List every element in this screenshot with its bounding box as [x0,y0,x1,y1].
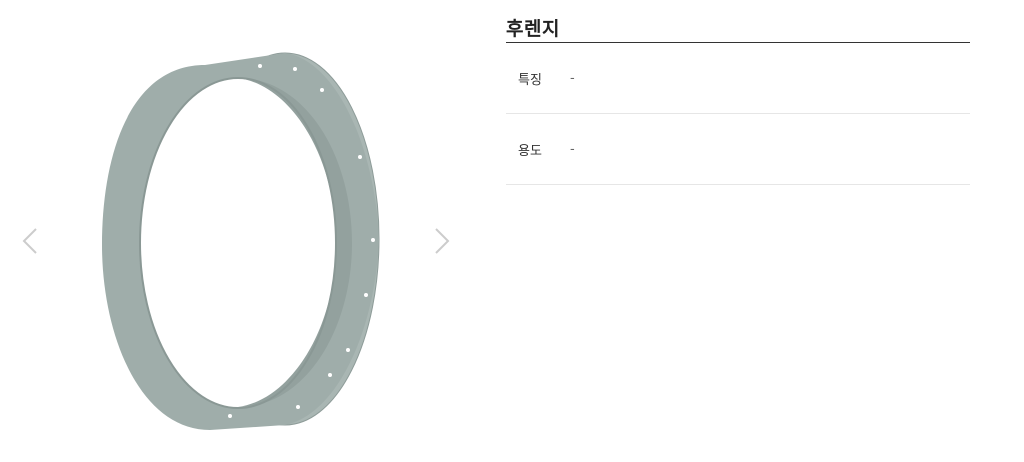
product-gallery [0,0,470,462]
gallery-next-button[interactable] [429,226,453,256]
chevron-left-icon [22,228,37,254]
product-image [102,52,380,430]
product-title: 후렌지 [506,0,970,43]
gallery-prev-button[interactable] [19,226,43,256]
spec-row-features: 특징 - [506,43,970,114]
product-info: 후렌지 특징 - 용도 - [506,0,970,185]
chevron-right-icon [435,228,450,254]
spec-label: 특징 [518,72,542,88]
spec-value: - [570,70,575,86]
spec-row-usage: 용도 - [506,114,970,185]
spec-value: - [570,141,575,157]
spec-label: 용도 [518,143,542,159]
